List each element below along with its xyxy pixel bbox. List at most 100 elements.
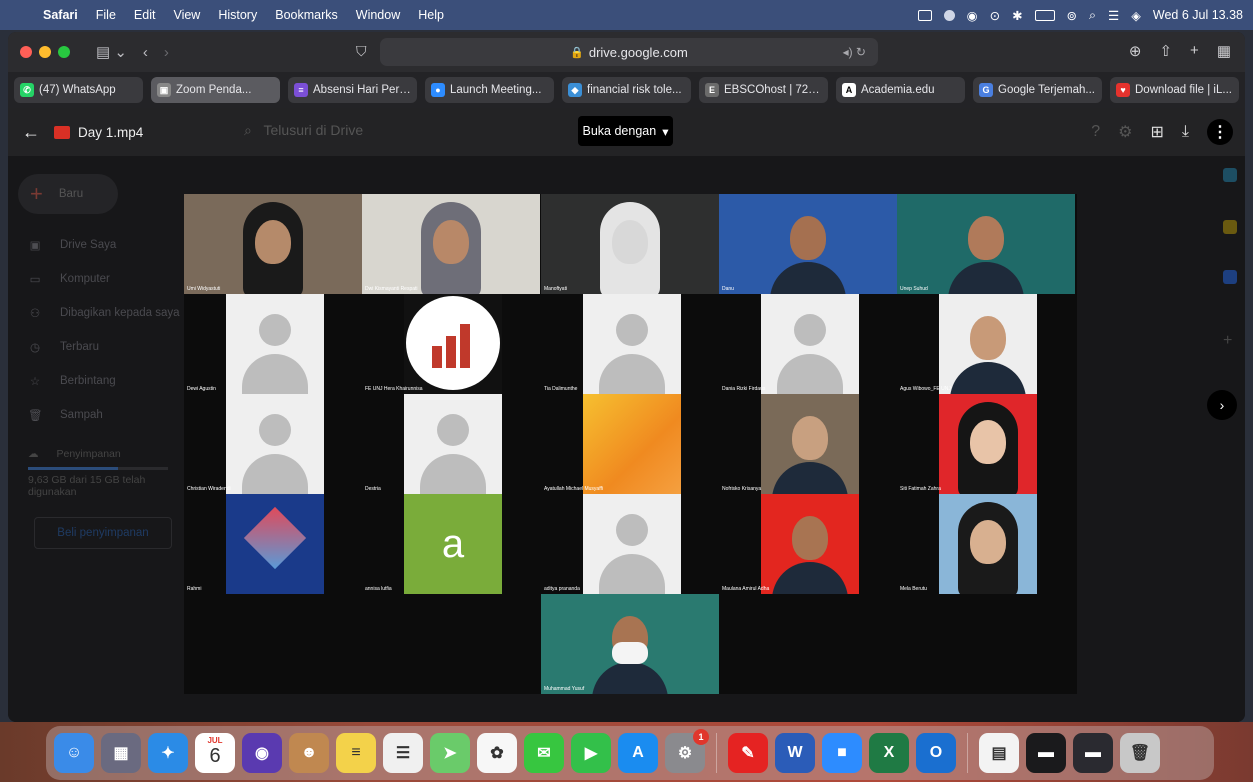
sidebar-item[interactable]: ▭ Komputer (8, 262, 188, 296)
menu-edit[interactable]: Edit (125, 8, 165, 22)
maps-icon[interactable]: ➤ (430, 733, 470, 773)
sidebar-item[interactable]: ☆ Berbintang (8, 364, 188, 398)
sidebar-toggle-icon[interactable]: ▤ ⌄ (96, 43, 127, 61)
browser-tab[interactable]: ✆ (47) WhatsApp (14, 77, 143, 103)
star-icon: ☆ (29, 376, 41, 388)
excel-icon[interactable]: X (869, 733, 909, 773)
trash-icon[interactable]: 🗑 (1120, 733, 1160, 773)
drive-search-input[interactable]: ⌕ Telusuri di Drive (244, 122, 363, 139)
settings-icon[interactable]: ⚙ (1118, 122, 1132, 142)
computer-icon: ▭ (29, 274, 41, 286)
menu-help[interactable]: Help (409, 8, 453, 22)
zoom-icon[interactable]: ■ (822, 733, 862, 773)
finder-icon[interactable]: ☺ (54, 733, 94, 773)
facetime-icon[interactable]: ▶ (571, 733, 611, 773)
privacy-shield-icon[interactable]: ⛉ (356, 43, 367, 60)
browser-tab[interactable]: ● Launch Meeting... (425, 77, 554, 103)
reminders-icon[interactable]: ☰ (383, 733, 423, 773)
reload-icon[interactable]: ◂) ↻ (843, 45, 866, 59)
system-preferences-icon[interactable]: ⚙ 1 (665, 729, 709, 773)
wifi-icon[interactable]: ◉ (967, 8, 978, 23)
back-icon[interactable]: ‹ (143, 44, 148, 61)
browser-tab[interactable]: ♥ Download file | iL... (1110, 77, 1239, 103)
new-button[interactable]: + Baru (18, 174, 118, 214)
word-icon[interactable]: W (775, 733, 815, 773)
photos-icon[interactable]: ✿ (477, 733, 517, 773)
launchpad-icon[interactable]: ▦ (101, 733, 141, 773)
acrobat-icon[interactable]: ✎ (728, 733, 768, 773)
help-icon[interactable]: ? (1091, 123, 1100, 141)
menu-history[interactable]: History (209, 8, 266, 22)
sidebar-item[interactable]: ◷ Terbaru (8, 330, 188, 364)
document-thumb-icon[interactable]: ▤ (979, 733, 1019, 773)
menu-app-name[interactable]: Safari (34, 8, 87, 22)
tab-label: Absensi Hari Pert... (313, 84, 411, 96)
spotlight-icon[interactable]: ⌕ (1089, 8, 1096, 23)
window-thumb-icon[interactable]: ▬ (1026, 733, 1066, 773)
more-options-icon[interactable]: ⋮ (1207, 119, 1233, 145)
side-panel-rail: + (1215, 156, 1245, 716)
calendar-icon[interactable]: JUL 6 (195, 733, 235, 773)
new-tab-icon[interactable]: + (1190, 42, 1199, 60)
next-file-button[interactable]: › (1207, 390, 1237, 420)
browser-tab[interactable]: G Google Terjemah... (973, 77, 1102, 103)
browser-tab[interactable]: ◆ financial risk tole... (562, 77, 691, 103)
participant-tile: FE UNJ Hera Khairunnisa (362, 294, 540, 394)
contacts-icon[interactable]: ☻ (289, 733, 329, 773)
screen-record-icon[interactable] (917, 9, 932, 21)
face-shape (790, 216, 826, 260)
open-with-button[interactable]: Buka dengan ▾ (578, 116, 673, 146)
menu-file[interactable]: File (87, 8, 125, 22)
share-icon[interactable]: ⇧ (1159, 42, 1172, 60)
messages-icon[interactable]: ✉ (524, 733, 564, 773)
sidebar-item[interactable]: ⚇ Dibagikan kepada saya (8, 296, 188, 330)
minimize-window-button[interactable] (39, 46, 51, 58)
tab-overview-icon[interactable]: ▦ (1217, 42, 1231, 60)
tasks-addon-icon[interactable] (1223, 270, 1237, 284)
download-icon[interactable]: ⤓ (1182, 123, 1189, 141)
menu-window[interactable]: Window (347, 8, 409, 22)
zoom-window-button[interactable] (58, 46, 70, 58)
dock-separator (967, 733, 968, 773)
menu-clock[interactable]: Wed 6 Jul 13.38 (1153, 8, 1243, 22)
notes-icon[interactable]: ≡ (336, 733, 376, 773)
participant-tile: Maulana Amirul Adha (719, 494, 897, 594)
default-avatar-icon (404, 394, 502, 494)
bluetooth-icon[interactable]: ✱ (1012, 8, 1022, 23)
siri-icon[interactable]: ◉ (242, 733, 282, 773)
safari-icon[interactable]: ✦ (148, 733, 188, 773)
cube-graphic (243, 506, 307, 570)
tab-label: Launch Meeting... (450, 84, 542, 96)
close-window-button[interactable] (20, 46, 32, 58)
outlook-icon[interactable]: O (916, 733, 956, 773)
appstore-icon[interactable]: A (618, 733, 658, 773)
back-arrow-icon[interactable]: ← (22, 122, 40, 143)
browser-tab[interactable]: ▣ Zoom Penda... (151, 77, 280, 103)
keep-addon-icon[interactable] (1223, 220, 1237, 234)
add-addon-icon[interactable]: + (1223, 332, 1237, 349)
forward-icon[interactable]: › (164, 44, 169, 61)
browser-tab[interactable]: A Academia.edu (836, 77, 965, 103)
participant-name: Tia Dalimunthe (544, 386, 578, 392)
calendar-addon-icon[interactable] (1223, 168, 1237, 182)
sidebar-item[interactable]: ▣ Drive Saya (8, 228, 188, 262)
browser-tab[interactable]: ≡ Absensi Hari Pert... (288, 77, 417, 103)
window-thumb-icon-2[interactable]: ▬ (1073, 733, 1113, 773)
browser-tab[interactable]: E EBSCOhost | 723... (699, 77, 828, 103)
control-center-icon[interactable]: ☰ (1108, 8, 1119, 23)
face-shape (792, 516, 828, 560)
siri-menu-icon[interactable]: ◈ (1131, 8, 1141, 23)
status-icon[interactable] (943, 9, 955, 21)
buy-storage-button[interactable]: Beli penyimpanan (34, 516, 172, 549)
link-icon[interactable]: ⊚ (1067, 8, 1077, 23)
video-player[interactable]: Umi Widyastuti Dwi Kismayanti Respati Mano… (184, 194, 1077, 694)
address-bar[interactable]: 🔒 drive.google.com ◂) ↻ (380, 38, 878, 66)
menu-bookmarks[interactable]: Bookmarks (266, 8, 347, 22)
downloads-icon[interactable]: ⊕ (1129, 42, 1142, 60)
add-to-drive-icon[interactable]: ⊞ (1151, 122, 1164, 142)
sidebar-item[interactable]: 🗑 Sampah (8, 398, 188, 432)
play-icon[interactable]: ⊙ (990, 8, 1000, 23)
menu-view[interactable]: View (164, 8, 209, 22)
face-shape (792, 416, 828, 460)
battery-icon[interactable] (1034, 9, 1055, 21)
